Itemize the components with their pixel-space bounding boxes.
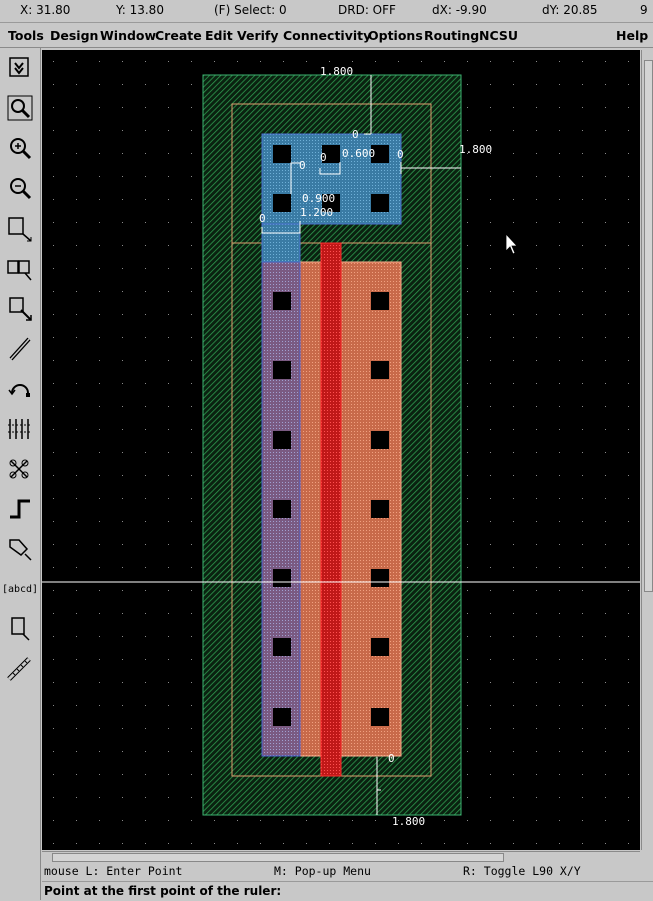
menu-options[interactable]: Options: [368, 28, 423, 43]
delta-x-readout: dX: -9.90: [432, 3, 487, 17]
contact-cut[interactable]: [371, 194, 389, 212]
command-prompt: Point at the first point of the ruler:: [44, 884, 282, 898]
cursor-x-readout: X: 31.80: [20, 3, 71, 17]
stretch-icon[interactable]: [3, 212, 37, 246]
window-number: 9: [640, 3, 648, 17]
zoom-out-icon[interactable]: [3, 172, 37, 206]
status-bar: X: 31.80 Y: 13.80 (F) Select: 0 DRD: OFF…: [0, 0, 653, 23]
mouse-middle-hint: M: Pop-up Menu: [274, 864, 371, 878]
ruler-zero-label: 0: [397, 148, 404, 161]
ruler-bottom-label: 1.800: [392, 815, 425, 828]
ruler-poly-enclosure-label: 1.200: [300, 206, 333, 219]
select-count: (F) Select: 0: [214, 3, 287, 17]
horizontal-scroll-thumb[interactable]: [52, 853, 504, 862]
horizontal-scrollbar[interactable]: [42, 851, 640, 863]
menu-design[interactable]: Design: [50, 28, 98, 43]
ruler-zero-label: 0: [388, 752, 395, 765]
ruler-right-label: 1.800: [459, 143, 492, 156]
menu-connectivity[interactable]: Connectivity: [283, 28, 371, 43]
ruler-zero-label: 0: [352, 128, 359, 141]
copy-icon[interactable]: [3, 252, 37, 286]
menu-help[interactable]: Help: [616, 28, 648, 43]
ruler-zero-label: 0: [299, 159, 306, 172]
layout-canvas[interactable]: 1.800 1.800 1.800 0.600 0.900 1.200 0 0 …: [42, 50, 640, 850]
zoom-in-icon[interactable]: [3, 132, 37, 166]
mouse-right-hint: R: Toggle L90 X/Y: [463, 864, 581, 878]
hierarchy-icon[interactable]: [3, 452, 37, 486]
polygon-icon[interactable]: [3, 532, 37, 566]
ruler-top-label: 1.800: [320, 65, 353, 78]
tool-palette: [abcd]: [0, 48, 41, 900]
contact-cut[interactable]: [273, 194, 291, 212]
layout-drawing[interactable]: 1.800 1.800 1.800 0.600 0.900 1.200 0 0 …: [42, 50, 640, 850]
move-icon[interactable]: [3, 292, 37, 326]
ruler-contact-width-label: 0.600: [342, 147, 375, 160]
label-icon[interactable]: [abcd]: [2, 572, 38, 606]
undo-icon[interactable]: [3, 372, 37, 406]
property-icon[interactable]: [3, 412, 37, 446]
menu-ncsu[interactable]: NCSU: [479, 28, 518, 43]
ruler-icon[interactable]: [3, 652, 37, 686]
menu-window[interactable]: Window: [100, 28, 156, 43]
cursor-y-readout: Y: 13.80: [116, 3, 164, 17]
vertical-scrollbar[interactable]: [641, 50, 653, 850]
mouse-left-hint: mouse L: Enter Point: [44, 864, 183, 878]
delta-y-readout: dY: 20.85: [542, 3, 598, 17]
metal1-connector[interactable]: [261, 223, 301, 263]
menu-create[interactable]: Create: [155, 28, 202, 43]
menu-tools[interactable]: Tools: [8, 28, 44, 43]
path-icon[interactable]: [3, 492, 37, 526]
vertical-scroll-thumb[interactable]: [644, 60, 653, 592]
mouse-bindings-bar: mouse L: Enter Point M: Pop-up Menu R: T…: [42, 863, 653, 880]
prompt-bar: Point at the first point of the ruler:: [42, 881, 653, 901]
menu-verify[interactable]: Verify: [237, 28, 279, 43]
save-icon[interactable]: [3, 52, 37, 86]
contact-cut[interactable]: [273, 145, 291, 163]
poly-gate[interactable]: [320, 242, 342, 777]
ruler-zero-label: 0: [320, 151, 327, 164]
zoom-fit-icon[interactable]: [3, 92, 37, 126]
menu-routing[interactable]: Routing: [424, 28, 479, 43]
menu-bar: Tools Design Window Create Edit Verify C…: [0, 23, 653, 48]
ruler-contact-spacing-label: 0.900: [302, 192, 335, 205]
rectangle-icon[interactable]: [3, 612, 37, 646]
delete-icon[interactable]: [3, 332, 37, 366]
ruler-zero-label: 0: [259, 212, 266, 225]
menu-edit[interactable]: Edit: [205, 28, 233, 43]
drd-status: DRD: OFF: [338, 3, 396, 17]
